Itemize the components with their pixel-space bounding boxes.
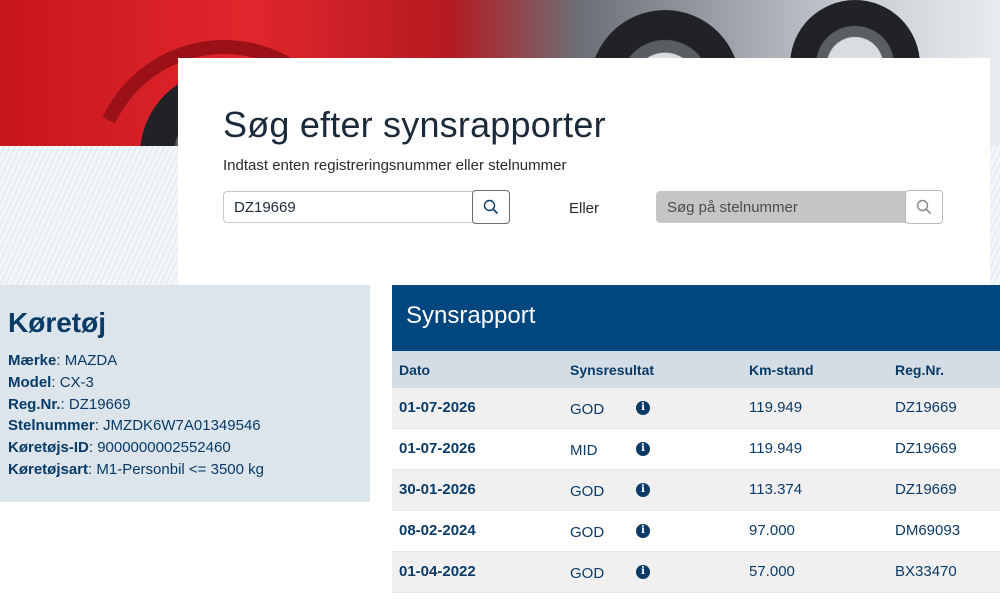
field-value: DZ19669 bbox=[68, 396, 131, 413]
field-value: CX-3 bbox=[59, 374, 94, 391]
field-label: Reg.Nr. bbox=[8, 396, 61, 413]
row-reg: BX33470 bbox=[895, 563, 957, 580]
table-row[interactable]: 01-04-2022 GOD i 57.000 BX33470 bbox=[392, 552, 1000, 593]
row-date: 01-04-2022 bbox=[399, 563, 476, 580]
field-label: Model bbox=[8, 374, 52, 391]
row-date: 30-01-2026 bbox=[399, 481, 476, 498]
info-icon[interactable]: i bbox=[636, 442, 650, 456]
report-header: Synsrapport bbox=[392, 285, 1000, 351]
row-km: 57.000 bbox=[749, 563, 795, 580]
info-icon[interactable]: i bbox=[636, 565, 650, 579]
info-icon[interactable]: i bbox=[636, 524, 650, 538]
table-header: Dato Synsresultat Km-stand Reg.Nr. bbox=[392, 351, 1000, 388]
row-result: GOD bbox=[570, 524, 605, 541]
row-reg: DZ19669 bbox=[895, 399, 957, 416]
vin-search-button[interactable] bbox=[905, 190, 943, 224]
row-km: 113.374 bbox=[749, 481, 803, 498]
vin-search-input[interactable] bbox=[656, 191, 906, 223]
row-date: 01-07-2026 bbox=[399, 440, 476, 457]
table-row[interactable]: 08-02-2024 GOD i 97.000 DM69093 bbox=[392, 511, 1000, 552]
or-label: Eller bbox=[569, 200, 600, 217]
row-result: GOD bbox=[570, 401, 605, 418]
registration-search-button[interactable] bbox=[472, 190, 510, 224]
vehicle-heading: Køretøj bbox=[8, 307, 106, 338]
report-title: Synsrapport bbox=[406, 302, 536, 329]
search-icon bbox=[483, 199, 499, 215]
row-result: MID bbox=[570, 442, 598, 459]
column-date: Dato bbox=[399, 362, 431, 378]
row-result: GOD bbox=[570, 483, 605, 500]
page-title: Søg efter synsrapporter bbox=[223, 104, 606, 145]
field-value: JMZDK6W7A01349546 bbox=[103, 417, 261, 434]
row-reg: DM69093 bbox=[895, 522, 961, 539]
info-icon[interactable]: i bbox=[636, 483, 650, 497]
column-km: Km-stand bbox=[749, 362, 814, 378]
table-row[interactable]: 01-07-2026 MID i 119.949 DZ19669 bbox=[392, 429, 1000, 470]
info-icon[interactable]: i bbox=[636, 401, 650, 415]
table-row[interactable]: 01-07-2026 GOD i 119.949 DZ19669 bbox=[392, 388, 1000, 429]
vehicle-field-model: Model: CX-3 bbox=[8, 374, 94, 391]
search-instructions: Indtast enten registreringsnummer eller … bbox=[223, 157, 567, 174]
row-km: 97.000 bbox=[749, 522, 795, 539]
field-label: Mærke bbox=[8, 352, 57, 369]
search-icon bbox=[916, 199, 932, 215]
row-km: 119.949 bbox=[749, 440, 803, 457]
registration-number-input[interactable] bbox=[223, 191, 473, 223]
row-result: GOD bbox=[570, 565, 605, 582]
field-label: Køretøjsart bbox=[8, 461, 89, 478]
field-value: 9000000002552460 bbox=[97, 439, 231, 456]
row-reg: DZ19669 bbox=[895, 440, 957, 457]
vehicle-field-vin: Stelnummer: JMZDK6W7A01349546 bbox=[8, 417, 261, 434]
row-reg: DZ19669 bbox=[895, 481, 957, 498]
field-label: Køretøjs-ID bbox=[8, 439, 89, 456]
vehicle-field-reg: Reg.Nr.: DZ19669 bbox=[8, 396, 131, 413]
row-date: 01-07-2026 bbox=[399, 399, 476, 416]
field-value: M1-Personbil <= 3500 kg bbox=[96, 461, 264, 478]
vehicle-field-id: Køretøjs-ID: 9000000002552460 bbox=[8, 439, 231, 456]
row-date: 08-02-2024 bbox=[399, 522, 476, 539]
inspection-report: Synsrapport Dato Synsresultat Km-stand R… bbox=[392, 285, 1000, 613]
vehicle-field-make: Mærke: MAZDA bbox=[8, 352, 118, 369]
column-result: Synsresultat bbox=[570, 362, 655, 378]
vehicle-field-type: Køretøjsart: M1-Personbil <= 3500 kg bbox=[8, 461, 264, 478]
table-row[interactable]: 30-01-2026 GOD i 113.374 DZ19669 bbox=[392, 470, 1000, 511]
column-reg: Reg.Nr. bbox=[895, 362, 945, 378]
vehicle-panel: Køretøj Mærke: MAZDA Model: CX-3 Reg.Nr.… bbox=[0, 285, 370, 502]
field-label: Stelnummer bbox=[8, 417, 95, 434]
row-km: 119.949 bbox=[749, 399, 803, 416]
field-value: MAZDA bbox=[64, 352, 118, 369]
search-card: Søg efter synsrapporter Indtast enten re… bbox=[178, 58, 990, 285]
